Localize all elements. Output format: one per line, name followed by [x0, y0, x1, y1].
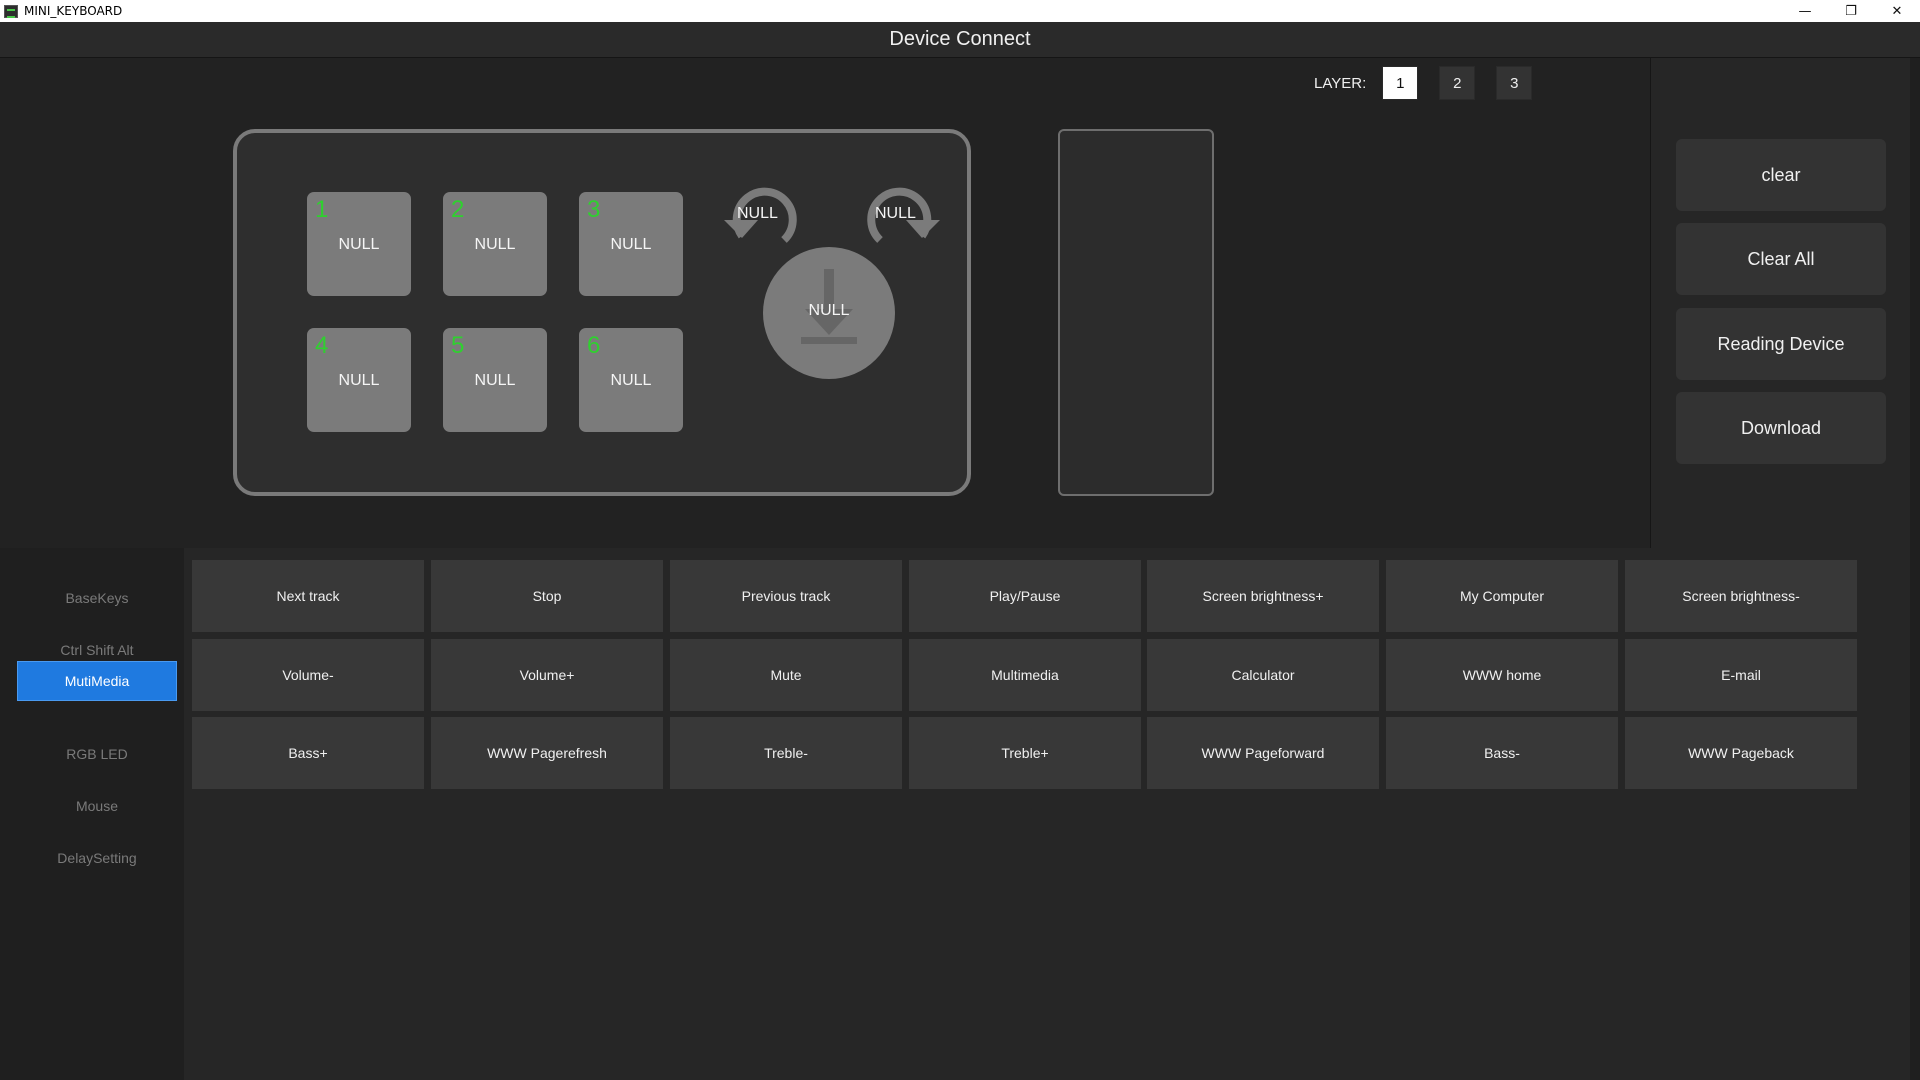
layer-3-button[interactable]: 3: [1496, 66, 1533, 100]
category-sidebar: BaseKeys Ctrl Shift Alt MutiMedia RGB LE…: [0, 548, 184, 1080]
func-screen-brightness-up[interactable]: Screen brightness+: [1147, 560, 1379, 632]
knob-cw-label: NULL: [875, 205, 916, 222]
func-treble-up[interactable]: Treble+: [909, 717, 1141, 789]
window-titlebar: MINI_KEYBOARD — ❐ ✕: [0, 0, 1920, 22]
key-label: NULL: [474, 236, 516, 253]
clear-button[interactable]: clear: [1676, 139, 1886, 211]
sidebar-item-basekeys[interactable]: BaseKeys: [17, 578, 177, 618]
key-number: 5: [451, 332, 465, 359]
func-www-home[interactable]: WWW home: [1386, 639, 1618, 711]
sidebar-item-mouse[interactable]: Mouse: [17, 786, 177, 826]
layer-selector: LAYER: 1 2 3: [1314, 66, 1553, 100]
key-label: NULL: [474, 372, 516, 389]
restore-button[interactable]: ❐: [1828, 0, 1874, 22]
func-stop[interactable]: Stop: [431, 560, 663, 632]
func-www-pageforward[interactable]: WWW Pageforward: [1147, 717, 1379, 789]
knob-press-label: NULL: [808, 302, 850, 319]
key-label: NULL: [610, 372, 652, 389]
connection-header: Device Connect: [0, 22, 1920, 58]
func-volume-up[interactable]: Volume+: [431, 639, 663, 711]
key-label: NULL: [338, 372, 380, 389]
func-my-computer[interactable]: My Computer: [1386, 560, 1618, 632]
key-1[interactable]: 1 NULL: [307, 192, 411, 296]
clear-all-button[interactable]: Clear All: [1676, 223, 1886, 295]
function-grid: Next track Stop Previous track Play/Paus…: [184, 548, 1910, 1080]
keypad-device: 1 NULL 2 NULL 3 NULL 4 NULL 5 NULL 6 NUL…: [233, 129, 971, 496]
key-number: 4: [315, 332, 329, 359]
func-bass-down[interactable]: Bass-: [1386, 717, 1618, 789]
sidebar-item-multimedia[interactable]: MutiMedia: [17, 661, 177, 701]
key-number: 1: [315, 196, 329, 223]
key-4[interactable]: 4 NULL: [307, 328, 411, 432]
key-number: 2: [451, 196, 465, 223]
func-bass-up[interactable]: Bass+: [192, 717, 424, 789]
func-mute[interactable]: Mute: [670, 639, 902, 711]
knob-ccw-label: NULL: [737, 205, 778, 222]
key-2[interactable]: 2 NULL: [443, 192, 547, 296]
func-screen-brightness-down[interactable]: Screen brightness-: [1625, 560, 1857, 632]
actions-panel: clear Clear All Reading Device Download: [1650, 58, 1910, 548]
key-label: NULL: [610, 236, 652, 253]
func-play-pause[interactable]: Play/Pause: [909, 560, 1141, 632]
download-button[interactable]: Download: [1676, 392, 1886, 464]
close-button[interactable]: ✕: [1874, 0, 1920, 22]
sidebar-item-delaysetting[interactable]: DelaySetting: [17, 838, 177, 878]
key-5[interactable]: 5 NULL: [443, 328, 547, 432]
func-email[interactable]: E-mail: [1625, 639, 1857, 711]
func-www-pageback[interactable]: WWW Pageback: [1625, 717, 1857, 789]
func-calculator[interactable]: Calculator: [1147, 639, 1379, 711]
func-multimedia[interactable]: Multimedia: [909, 639, 1141, 711]
func-www-pagerefresh[interactable]: WWW Pagerefresh: [431, 717, 663, 789]
func-next-track[interactable]: Next track: [192, 560, 424, 632]
reading-device-button[interactable]: Reading Device: [1676, 308, 1886, 380]
func-volume-down[interactable]: Volume-: [192, 639, 424, 711]
layer-1-button[interactable]: 1: [1382, 66, 1419, 100]
preview-panel: [1058, 129, 1214, 496]
window-title: MINI_KEYBOARD: [24, 4, 123, 18]
key-3[interactable]: 3 NULL: [579, 192, 683, 296]
window-controls: — ❐ ✕: [1782, 0, 1920, 22]
knob-press-button[interactable]: NULL: [763, 247, 895, 379]
key-number: 6: [587, 332, 601, 359]
app-keyboard-icon: [4, 4, 18, 18]
func-previous-track[interactable]: Previous track: [670, 560, 902, 632]
key-6[interactable]: 6 NULL: [579, 328, 683, 432]
func-treble-down[interactable]: Treble-: [670, 717, 902, 789]
sidebar-item-rgb-led[interactable]: RGB LED: [17, 734, 177, 774]
minimize-button[interactable]: —: [1782, 0, 1828, 22]
key-label: NULL: [338, 236, 380, 253]
layer-2-button[interactable]: 2: [1439, 66, 1476, 100]
layer-label: LAYER:: [1314, 74, 1367, 92]
key-number: 3: [587, 196, 601, 223]
